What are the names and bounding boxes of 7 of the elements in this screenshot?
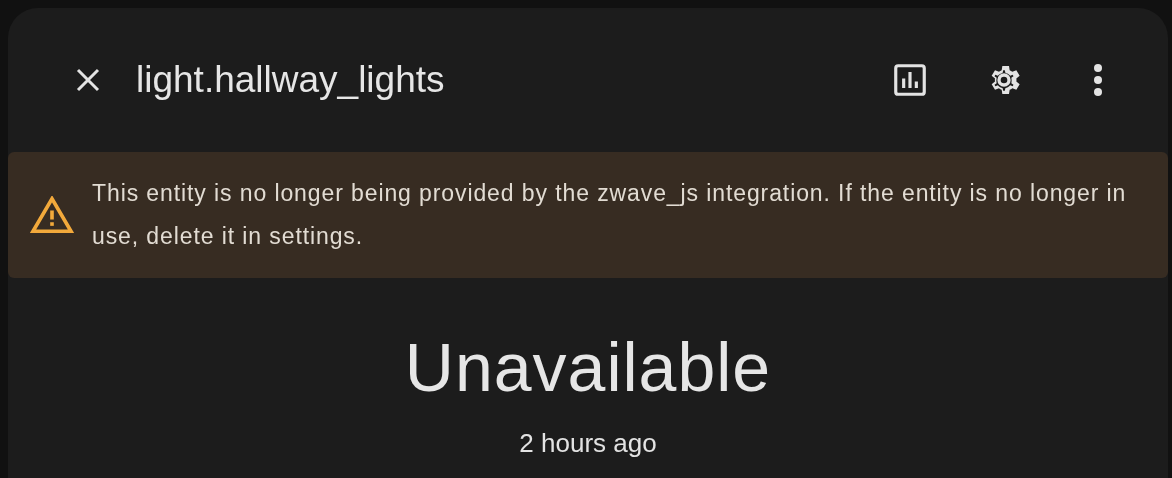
dialog-title: light.hallway_lights xyxy=(136,59,446,101)
warning-icon xyxy=(30,196,74,234)
last-changed: 2 hours ago xyxy=(519,428,657,459)
alert-message: This entity is no longer being provided by the zwave_js integration. If the entity is no longer in use, delete it in settings. xyxy=(92,179,1128,251)
bar-chart-icon xyxy=(891,61,929,99)
state-value: Unavailable xyxy=(404,328,772,406)
more-icon xyxy=(1093,63,1103,97)
